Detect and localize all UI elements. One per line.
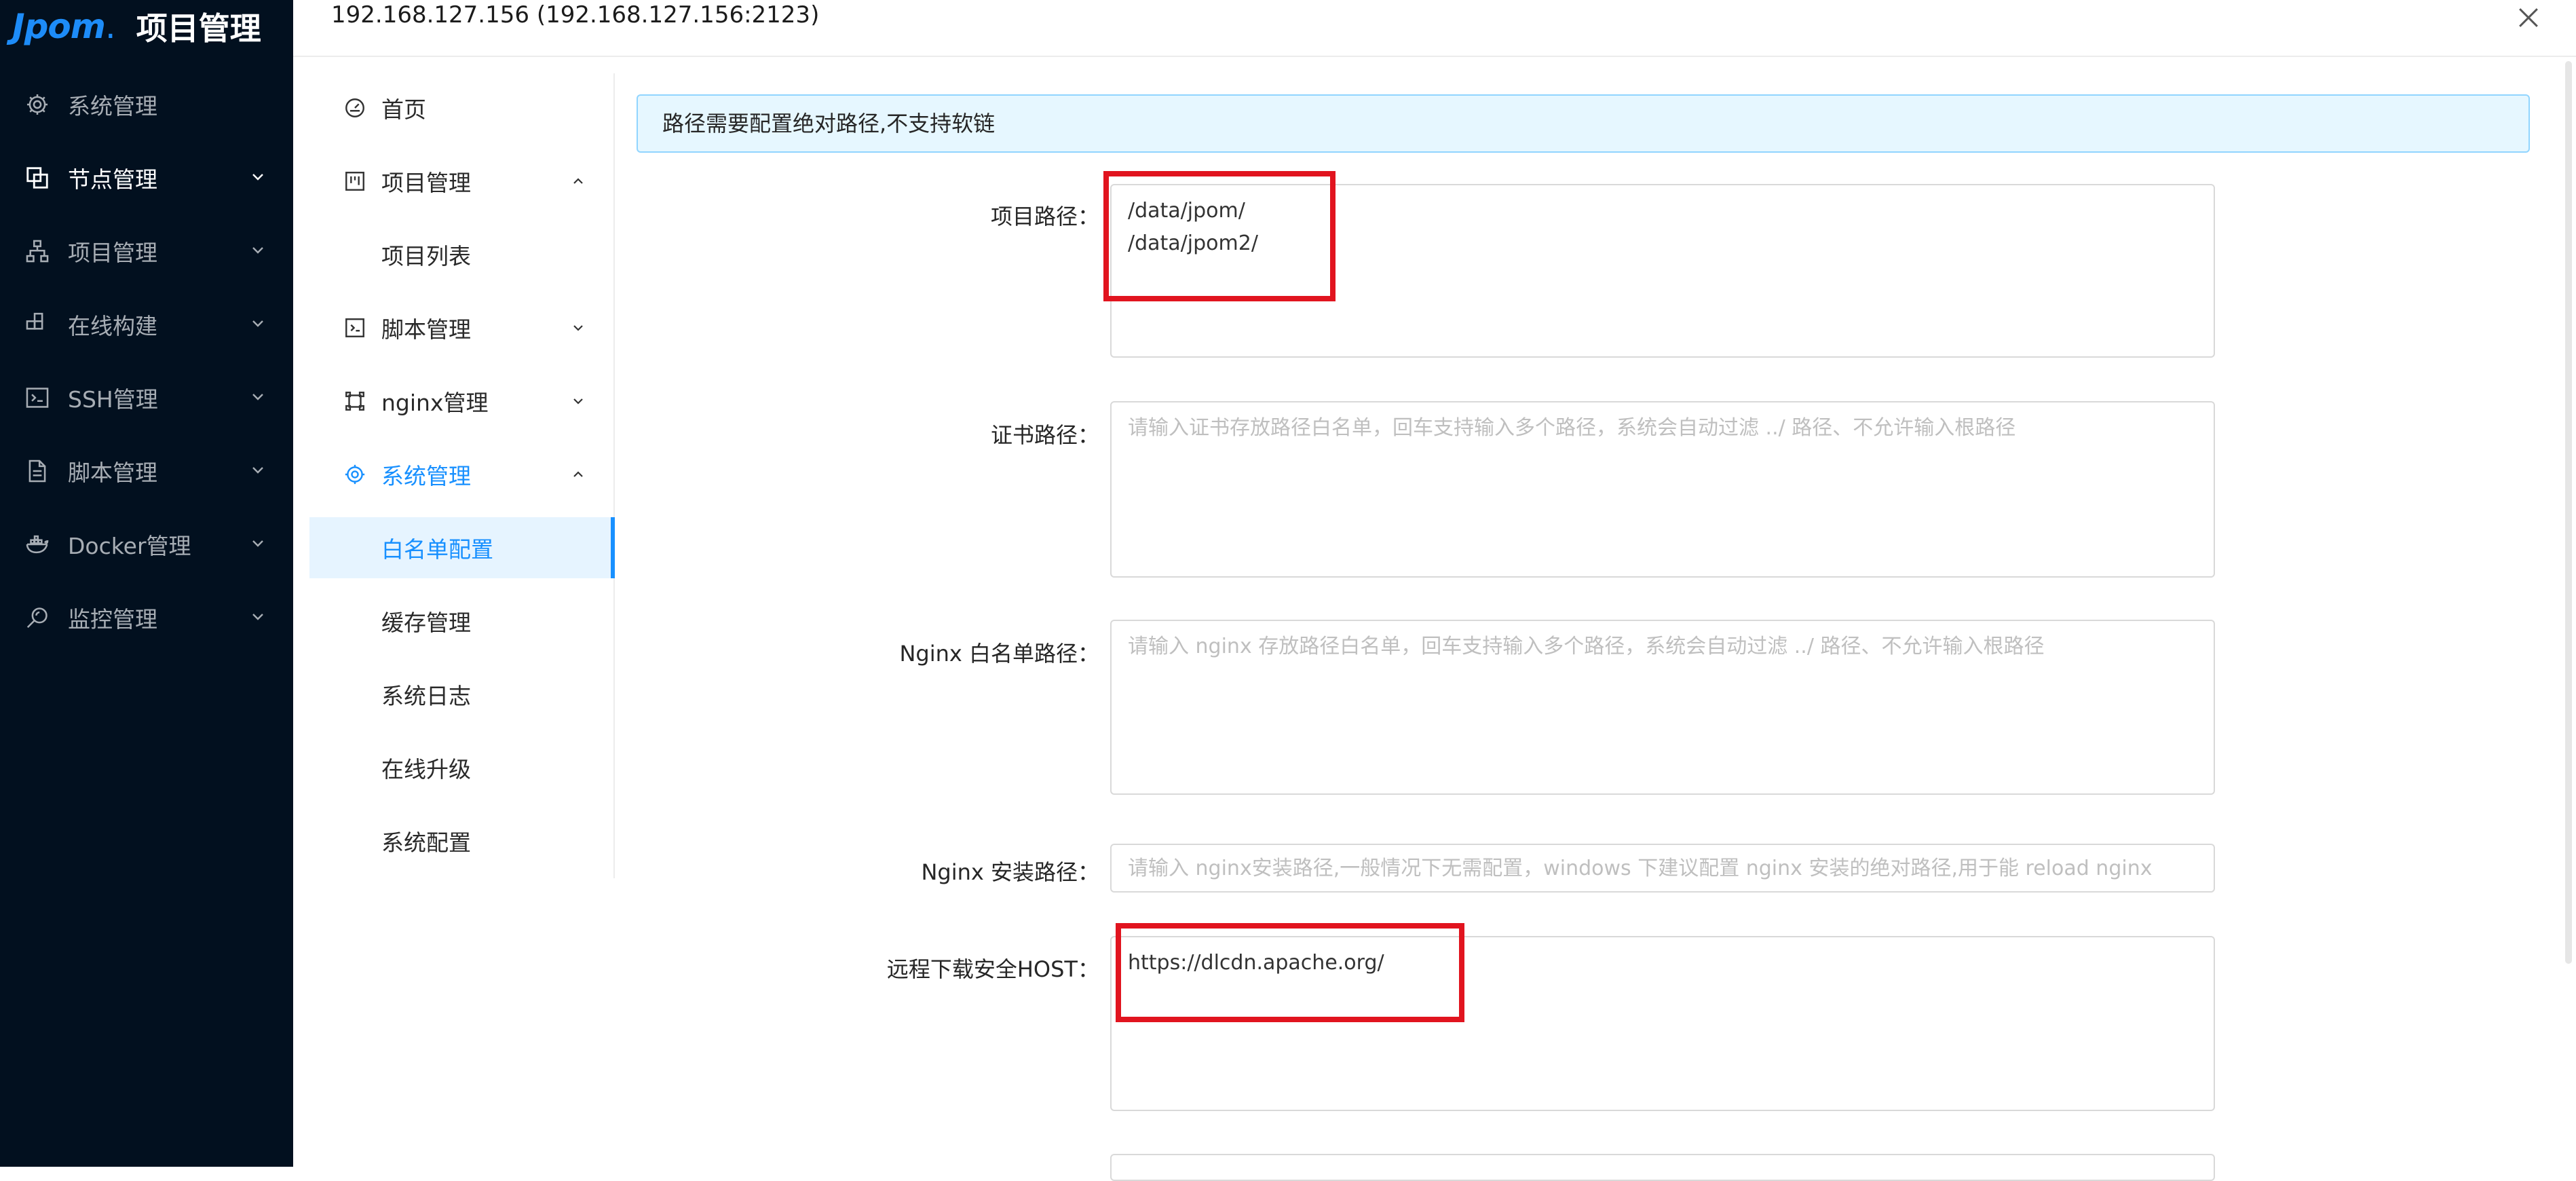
node-menu-label: 在线升级 (381, 756, 471, 783)
sidebar-item-label: 节点管理 (68, 166, 157, 193)
node-menu-item-project-list[interactable]: 项目列表 (309, 224, 613, 285)
monitor-icon (24, 605, 50, 631)
node-menu-label: 首页 (381, 96, 426, 123)
node-menu-label: 项目管理 (381, 170, 471, 196)
node-menu-item-cache[interactable]: 缓存管理 (309, 590, 613, 652)
chevron-down-icon (252, 540, 263, 547)
chevron-down-icon (252, 394, 263, 400)
project-tree-icon (24, 238, 50, 264)
node-menu-item-home[interactable]: 首页 (309, 77, 613, 138)
modal-title: 192.168.127.156 (192.168.127.156:2123) (331, 1, 820, 29)
sidebar-item-label: Docker管理 (68, 533, 191, 559)
sidebar-item-docker[interactable]: Docker管理 (0, 508, 293, 581)
build-icon (24, 312, 50, 337)
sidebar-menu: 系统管理 节点管理 项目管理 在线构建 SSH管理 脚本管理 Docker管理 … (0, 68, 293, 654)
sidebar-item-label: 在线构建 (68, 313, 157, 339)
node-menu-item-whitelist[interactable]: 白名单配置 (309, 517, 615, 578)
logo-dot: . (105, 7, 116, 46)
project-icon (343, 170, 366, 193)
remote-host-textarea[interactable] (1110, 936, 2215, 1111)
chevron-down-icon (252, 467, 263, 474)
logo-mark: Jpom (12, 7, 106, 46)
sidebar-item-project[interactable]: 项目管理 (0, 214, 293, 288)
sidebar-item-monitor[interactable]: 监控管理 (0, 581, 293, 654)
project-path-textarea[interactable] (1110, 184, 2215, 358)
sidebar-item-build[interactable]: 在线构建 (0, 288, 293, 361)
gear-icon (24, 92, 50, 117)
terminal-icon (24, 385, 50, 411)
sidebar-item-ssh[interactable]: SSH管理 (0, 361, 293, 434)
app-title: 项目管理 (136, 10, 261, 47)
sidebar-item-node[interactable]: 节点管理 (0, 141, 293, 214)
next-field-partial[interactable] (1110, 1154, 2215, 1181)
remote-host-label: 远程下载安全HOST (887, 952, 1099, 983)
docker-icon (24, 531, 50, 557)
chevron-up-icon (573, 178, 583, 184)
nginx-whitelist-label: Nginx 白名单路径 (899, 637, 1099, 668)
gear-icon (343, 463, 366, 486)
sidebar-item-script[interactable]: 脚本管理 (0, 434, 293, 508)
node-menu-item-nginx[interactable]: nginx管理 (309, 371, 613, 432)
sidebar-item-label: 系统管理 (68, 93, 157, 119)
chevron-down-icon (252, 174, 263, 181)
sidebar-item-label: 监控管理 (68, 606, 157, 633)
node-menu-item-logs[interactable]: 系统日志 (309, 664, 613, 725)
page-scrollbar[interactable] (2565, 61, 2572, 964)
file-icon (24, 458, 50, 484)
chevron-down-icon (252, 247, 263, 254)
nginx-icon (343, 390, 366, 413)
node-menu-item-project[interactable]: 项目管理 (309, 151, 613, 212)
chevron-down-icon (252, 614, 263, 620)
node-menu-label: 系统配置 (381, 829, 471, 856)
chevron-down-icon (573, 325, 583, 331)
sidebar-item-label: SSH管理 (68, 386, 158, 413)
node-menu-item-config[interactable]: 系统配置 (309, 810, 613, 871)
node-menu-label: 白名单配置 (381, 536, 493, 563)
chevron-down-icon (252, 320, 263, 327)
cert-path-textarea[interactable] (1110, 401, 2215, 578)
nginx-install-label: Nginx 安装路径 (921, 855, 1099, 886)
info-alert: 路径需要配置绝对路径,不支持软链 (637, 94, 2530, 153)
close-icon[interactable] (2514, 3, 2543, 33)
modal-divider (293, 56, 2576, 57)
node-menu-label: 系统日志 (381, 683, 471, 709)
sidebar-item-label: 项目管理 (68, 240, 157, 266)
cert-path-label: 证书路径 (991, 418, 1099, 449)
project-path-label: 项目路径 (991, 200, 1099, 231)
node-menu-label: nginx管理 (381, 390, 489, 416)
app-sidebar: Jpom. 项目管理 系统管理 节点管理 项目管理 在线构建 SSH管理 脚本管… (0, 0, 293, 1167)
node-menu-label: 系统管理 (381, 463, 471, 489)
node-menu-item-upgrade[interactable]: 在线升级 (309, 737, 613, 798)
node-menu-label: 脚本管理 (381, 316, 471, 343)
node-menu-label: 缓存管理 (381, 610, 471, 636)
app-logo[interactable]: Jpom. 项目管理 (12, 1, 261, 52)
node-menu-item-system[interactable]: 系统管理 (309, 444, 613, 505)
sidebar-item-system[interactable]: 系统管理 (0, 68, 293, 141)
chevron-up-icon (573, 471, 583, 477)
sidebar-item-label: 脚本管理 (68, 460, 157, 486)
node-icon (24, 165, 50, 191)
chevron-down-icon (573, 398, 583, 405)
node-menu-label: 项目列表 (381, 243, 471, 269)
node-menu-item-script[interactable]: 脚本管理 (309, 297, 613, 358)
dashboard-icon (343, 96, 366, 119)
nginx-whitelist-textarea[interactable] (1110, 620, 2215, 795)
nginx-install-input[interactable] (1110, 844, 2215, 893)
script-icon (343, 316, 366, 339)
node-menu: 首页 项目管理 项目列表 脚本管理 nginx管理 系统管理 白名单配置 缓存管… (309, 73, 615, 878)
